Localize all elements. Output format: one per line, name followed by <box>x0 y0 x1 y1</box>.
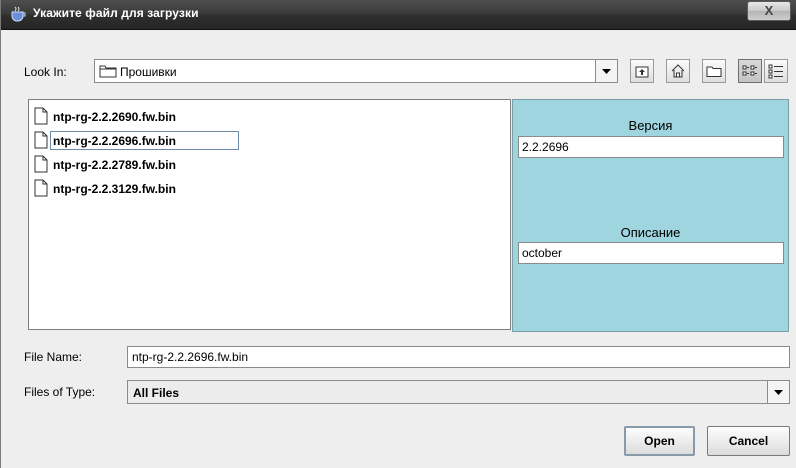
look-in-label: Look In: <box>24 65 67 79</box>
file-icon <box>34 131 48 149</box>
file-chooser-dialog: Укажите файл для загрузки X Look In: Про… <box>0 0 796 468</box>
window-title: Укажите файл для загрузки <box>33 6 199 20</box>
chevron-down-icon[interactable] <box>767 381 789 403</box>
up-one-level-icon <box>635 66 649 78</box>
open-button[interactable]: Open <box>624 426 695 456</box>
file-name: ntp-rg-2.2.2789.fw.bin <box>53 158 176 172</box>
description-label: Описание <box>620 225 681 240</box>
file-name-label: File Name: <box>24 350 83 364</box>
title-bar[interactable]: Укажите файл для загрузки X <box>1 0 796 30</box>
close-button[interactable]: X <box>747 1 791 21</box>
file-name-input[interactable]: ntp-rg-2.2.2696.fw.bin <box>127 346 790 368</box>
files-of-type-combo[interactable]: All Files <box>127 380 790 404</box>
files-of-type-label: Files of Type: <box>24 385 96 399</box>
look-in-value: Прошивки <box>120 65 177 79</box>
home-icon <box>671 64 685 78</box>
details-view-button[interactable] <box>764 59 788 83</box>
description-field[interactable]: october <box>518 242 784 264</box>
file-name: ntp-rg-2.2.3129.fw.bin <box>53 182 176 196</box>
version-field[interactable]: 2.2.2696 <box>518 136 784 158</box>
file-name: ntp-rg-2.2.2690.fw.bin <box>53 110 176 124</box>
new-folder-icon <box>706 66 722 77</box>
firmware-info-panel: Версия 2.2.2696 Описание october <box>512 99 789 332</box>
list-view-button[interactable] <box>738 59 762 83</box>
cancel-button[interactable]: Cancel <box>707 426 790 456</box>
home-button[interactable] <box>666 59 690 83</box>
folder-icon <box>99 65 117 78</box>
java-cup-icon <box>11 6 26 22</box>
file-icon <box>34 107 48 125</box>
list-view-icon <box>742 65 757 76</box>
file-name: ntp-rg-2.2.2696.fw.bin <box>53 134 176 148</box>
chevron-down-icon[interactable] <box>595 60 617 82</box>
up-one-level-button[interactable] <box>630 59 654 83</box>
file-icon <box>34 179 48 197</box>
version-label: Версия <box>628 118 673 133</box>
files-of-type-value: All Files <box>133 386 180 400</box>
look-in-combo[interactable]: Прошивки <box>94 59 618 83</box>
file-list[interactable]: ntp-rg-2.2.2690.fw.bin ntp-rg-2.2.2696.f… <box>28 99 511 330</box>
details-view-icon <box>768 64 783 79</box>
file-icon <box>34 155 48 173</box>
new-folder-button[interactable] <box>702 59 726 83</box>
